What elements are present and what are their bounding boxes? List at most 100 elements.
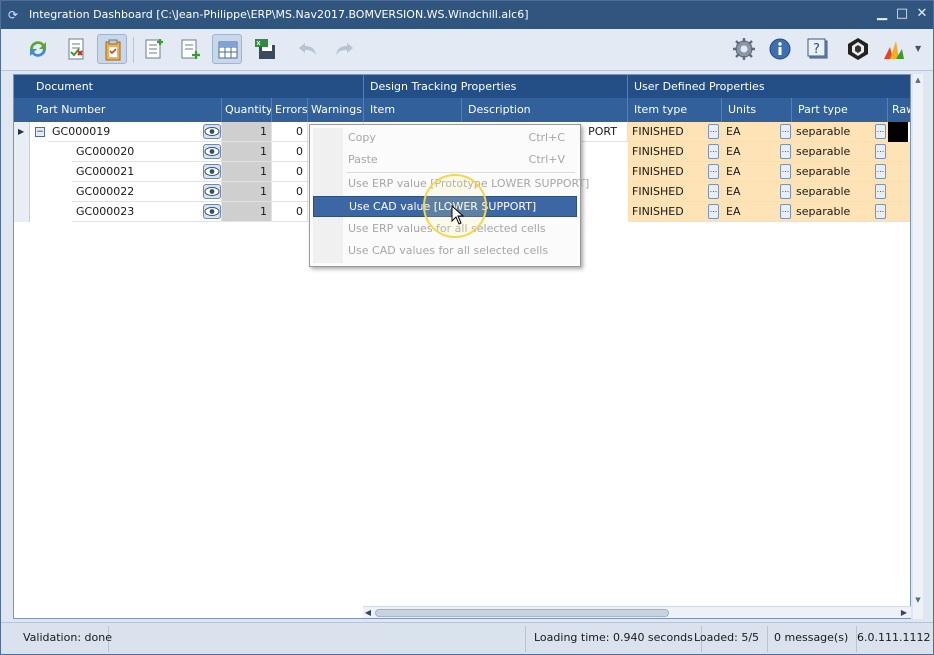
menu-item-paste[interactable]: Paste Ctrl+V — [313, 150, 577, 171]
errors-cell: 0 — [272, 142, 308, 162]
add-document-icon[interactable] — [175, 34, 205, 64]
undo-icon[interactable] — [293, 34, 323, 64]
validate-list-icon[interactable] — [61, 34, 91, 64]
grid-view-icon[interactable] — [212, 34, 242, 64]
mouse-pointer-icon — [451, 205, 465, 225]
col-description[interactable]: Description — [462, 98, 628, 122]
units-ellipsis-button[interactable]: ... — [780, 204, 791, 219]
part-type-cell[interactable]: separable — [792, 202, 888, 222]
part-type-ellipsis-button[interactable]: ... — [875, 124, 886, 139]
part-type-cell[interactable]: separable — [792, 122, 888, 142]
menu-item-label: Paste — [348, 153, 378, 166]
col-item-type[interactable]: Item type — [628, 98, 722, 122]
raw-cell[interactable] — [888, 142, 910, 162]
horizontal-scrollbar[interactable]: ◀ ▶ — [363, 606, 911, 618]
col-units[interactable]: Units — [722, 98, 792, 122]
clipboard-icon[interactable] — [97, 34, 127, 64]
col-item[interactable]: Item — [364, 98, 462, 122]
group-user-defined: User Defined Properties — [628, 75, 910, 98]
part-number-cell[interactable]: GC000019 — [48, 122, 222, 142]
view-eye-icon[interactable] — [203, 124, 221, 139]
units-ellipsis-button[interactable]: ... — [780, 184, 791, 199]
menu-item-label: Use CAD values for all selected cells — [348, 244, 549, 257]
item-type-ellipsis-button[interactable]: ... — [708, 144, 719, 159]
errors-cell: 0 — [272, 122, 308, 142]
collapse-icon[interactable]: − — [35, 127, 45, 137]
title-bar: ⟳ Integration Dashboard [C:\Jean-Philipp… — [1, 1, 933, 29]
chevron-down-icon[interactable]: ▼ — [915, 44, 921, 53]
col-warnings[interactable]: Warnings — [308, 98, 364, 122]
col-part-type[interactable]: Part type — [792, 98, 888, 122]
menu-item-shortcut: Ctrl+V — [528, 153, 565, 166]
new-document-icon[interactable] — [139, 34, 169, 64]
app-refresh-icon: ⟳ — [8, 8, 19, 22]
units-ellipsis-button[interactable]: ... — [780, 144, 791, 159]
vertical-scrollbar[interactable]: ▲ ▼ — [913, 74, 923, 619]
errors-cell: 0 — [272, 202, 308, 222]
item-type-ellipsis-button[interactable]: ... — [708, 204, 719, 219]
message-count[interactable]: 0 message(s) — [766, 626, 858, 652]
raw-cell[interactable] — [888, 202, 910, 222]
part-type-ellipsis-button[interactable]: ... — [875, 204, 886, 219]
col-part-number[interactable]: Part Number — [30, 98, 222, 122]
chart-logo-icon[interactable] — [879, 34, 909, 64]
units-ellipsis-button[interactable]: ... — [780, 164, 791, 179]
quantity-cell[interactable]: 1 — [222, 122, 272, 142]
horizontal-scroll-thumb[interactable] — [375, 609, 669, 617]
menu-item-copy[interactable]: Copy Ctrl+C — [313, 128, 577, 149]
quantity-cell[interactable]: 1 — [222, 142, 272, 162]
menu-item-shortcut: Ctrl+C — [528, 131, 565, 144]
col-raw[interactable]: Raw — [888, 98, 910, 122]
part-type-cell[interactable]: separable — [792, 162, 888, 182]
part-type-cell[interactable]: separable — [792, 142, 888, 162]
part-number-cell[interactable]: GC000021 — [72, 162, 222, 182]
item-type-ellipsis-button[interactable]: ... — [708, 164, 719, 179]
scroll-down-icon[interactable]: ▼ — [913, 594, 923, 606]
version-number: 6.0.111.1112 — [857, 631, 931, 644]
part-type-ellipsis-button[interactable]: ... — [875, 184, 886, 199]
item-type-ellipsis-button[interactable]: ... — [708, 184, 719, 199]
refresh-icon[interactable] — [23, 34, 53, 64]
minimize-icon[interactable]: ▁ — [873, 5, 891, 23]
raw-cell[interactable] — [888, 182, 910, 202]
errors-cell: 0 — [272, 182, 308, 202]
col-errors[interactable]: Errors — [272, 98, 308, 122]
raw-cell[interactable] — [888, 122, 908, 142]
scroll-up-icon[interactable]: ▲ — [913, 74, 923, 86]
loaded-count: Loaded: 5/5 — [686, 626, 769, 652]
part-type-ellipsis-button[interactable]: ... — [875, 144, 886, 159]
erp-logo-icon[interactable] — [843, 34, 873, 64]
part-number-cell[interactable]: GC000020 — [72, 142, 222, 162]
settings-icon[interactable] — [729, 34, 759, 64]
quantity-cell[interactable]: 1 — [222, 162, 272, 182]
view-eye-icon[interactable] — [203, 164, 221, 179]
column-header-row: Part Number Quantity Errors Warnings Ite… — [14, 98, 910, 122]
row-selector-column: ▶ — [14, 122, 30, 222]
col-quantity[interactable]: Quantity — [222, 98, 272, 122]
part-number-cell[interactable]: GC000022 — [72, 182, 222, 202]
info-icon[interactable] — [765, 34, 795, 64]
close-icon[interactable]: ✕ — [913, 5, 931, 23]
window-title: Integration Dashboard [C:\Jean-Philippe\… — [29, 8, 529, 21]
menu-separator — [346, 172, 575, 173]
view-eye-icon[interactable] — [203, 204, 221, 219]
loading-time: Loading time: 0.940 seconds — [525, 626, 702, 652]
units-ellipsis-button[interactable]: ... — [780, 124, 791, 139]
item-type-ellipsis-button[interactable]: ... — [708, 124, 719, 139]
quantity-cell[interactable]: 1 — [222, 182, 272, 202]
part-type-ellipsis-button[interactable]: ... — [875, 164, 886, 179]
view-eye-icon[interactable] — [203, 184, 221, 199]
menu-item-use-cad-values-all[interactable]: Use CAD values for all selected cells — [313, 241, 577, 262]
maximize-icon[interactable]: □ — [893, 5, 911, 23]
scroll-left-icon[interactable]: ◀ — [363, 607, 373, 619]
scroll-right-icon[interactable]: ▶ — [899, 607, 909, 619]
view-eye-icon[interactable] — [203, 144, 221, 159]
raw-cell[interactable] — [888, 162, 910, 182]
export-xlsx-icon[interactable] — [250, 34, 280, 64]
part-number-cell[interactable]: GC000023 — [72, 202, 222, 222]
help-icon[interactable]: ? — [803, 34, 833, 64]
toolbar: ? ▼ — [1, 29, 933, 71]
quantity-cell[interactable]: 1 — [222, 202, 272, 222]
part-type-cell[interactable]: separable — [792, 182, 888, 202]
redo-icon[interactable] — [329, 34, 359, 64]
